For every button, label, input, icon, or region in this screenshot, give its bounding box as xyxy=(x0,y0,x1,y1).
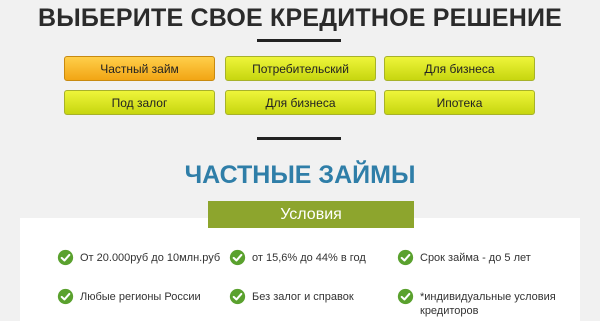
option-private-loan-button[interactable]: Частный займ xyxy=(64,56,215,81)
option-business-2-button[interactable]: Для бизнеса xyxy=(225,90,376,115)
option-business-button[interactable]: Для бизнеса xyxy=(384,56,535,81)
section-title: ЧАСТНЫЕ ЗАЙМЫ xyxy=(184,161,416,189)
condition-text: Срок займа - до 5 лет xyxy=(420,252,531,264)
condition-text: *индивидуальные условия кредиторов xyxy=(420,291,556,317)
condition-text: Без залог и справок xyxy=(252,291,354,303)
section-divider xyxy=(257,137,341,140)
condition-item: *индивидуальные условия кредиторов xyxy=(397,288,577,318)
condition-item: От 20.000руб до 10млн.руб xyxy=(57,249,221,266)
option-mortgage-button[interactable]: Ипотека xyxy=(384,90,535,115)
condition-item: от 15,6% до 44% в год xyxy=(229,249,366,266)
page-title: ВЫБЕРИТЕ СВОЕ КРЕДИТНОЕ РЕШЕНИЕ xyxy=(37,4,563,32)
check-icon xyxy=(57,288,74,305)
check-icon xyxy=(57,249,74,266)
check-icon xyxy=(397,249,414,266)
condition-text: От 20.000руб до 10млн.руб xyxy=(80,252,221,264)
option-consumer-button[interactable]: Потребительский xyxy=(225,56,376,81)
condition-item: Любые регионы России xyxy=(57,288,201,305)
check-icon xyxy=(229,288,246,305)
loan-type-options: Частный займ Потребительский Для бизнеса… xyxy=(64,56,535,115)
condition-text: Любые регионы России xyxy=(80,291,201,303)
condition-item: Без залог и справок xyxy=(229,288,354,305)
check-icon xyxy=(397,288,414,305)
title-divider xyxy=(257,39,341,42)
condition-text: от 15,6% до 44% в год xyxy=(252,252,366,264)
check-icon xyxy=(229,249,246,266)
condition-item: Срок займа - до 5 лет xyxy=(397,249,531,266)
conditions-header: Условия xyxy=(208,201,414,228)
option-collateral-button[interactable]: Под залог xyxy=(64,90,215,115)
